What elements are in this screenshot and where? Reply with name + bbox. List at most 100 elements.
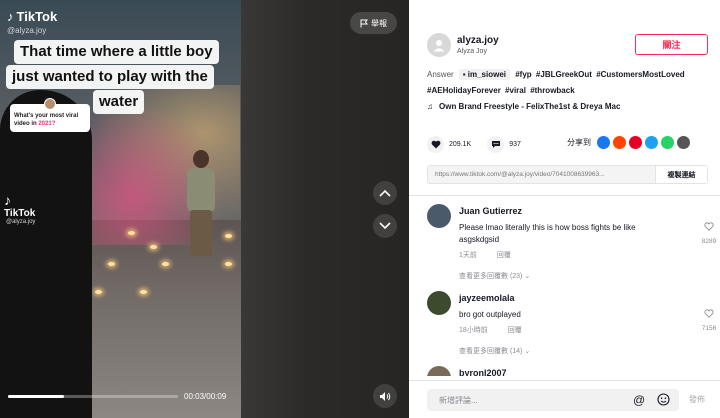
comment-meta: 18小時前 回覆 [459, 325, 522, 335]
more-replies-label: 查看更多回覆數 (23) [459, 273, 523, 280]
comment-list[interactable]: Juan Gutierrez Please lmao literally thi… [409, 196, 720, 376]
post-comment-button[interactable]: 發佈 [689, 394, 705, 405]
boy-figure [183, 150, 219, 260]
video-detail-view: ♪ TikTok @alyza.joy That time where a li… [0, 0, 720, 418]
fountain-light [225, 262, 232, 266]
comment-count: 937 [509, 141, 521, 148]
heart-icon [431, 140, 440, 149]
emoji-icon[interactable] [657, 393, 670, 411]
video-background-blur [241, 0, 409, 418]
user-icon [433, 40, 445, 52]
author-display-name: Alyza Joy [457, 48, 487, 55]
follow-button[interactable]: 關注 [635, 34, 708, 55]
chevron-down-icon: ⌄ [524, 273, 531, 280]
chevron-up-icon [379, 189, 391, 197]
volume-icon [380, 391, 391, 401]
comment-like-count: 7156 [701, 325, 717, 332]
sticker-year: 2021? [38, 121, 56, 127]
hashtag[interactable]: #fyp [515, 70, 531, 79]
view-more-replies[interactable]: 查看更多回覆數 (23) ⌄ [459, 271, 530, 281]
reply-button[interactable]: 回覆 [497, 252, 511, 259]
fountain-light [95, 290, 102, 294]
hashtag[interactable]: #viral [505, 86, 526, 95]
fountain-light [140, 290, 147, 294]
hashtag[interactable]: #AEHolidayForever [427, 86, 501, 95]
twitter-icon[interactable] [645, 136, 658, 149]
whatsapp-icon[interactable] [661, 136, 674, 149]
video-link[interactable]: https://www.tiktok.com/@alyza.joy/video/… [428, 171, 655, 178]
comment-item: byronl2007 [427, 366, 717, 376]
comment-author[interactable]: byronl2007 [459, 368, 507, 376]
comment-like-button[interactable]: 7156 [697, 305, 720, 332]
volume-button[interactable] [373, 384, 397, 408]
view-more-replies[interactable]: 查看更多回覆數 (14) ⌄ [459, 346, 530, 356]
progress-fill [8, 395, 65, 398]
hashtag[interactable]: #JBLGreekOut [536, 70, 592, 79]
music-link[interactable]: ♫ Own Brand Freestyle - FelixThe1st & Dr… [427, 102, 620, 111]
embed-icon[interactable] [677, 136, 690, 149]
tiktok-logo-text: TikTok [16, 9, 58, 24]
report-label: 舉報 [371, 18, 387, 28]
music-title: Own Brand Freestyle - FelixThe1st & Drey… [439, 102, 621, 111]
avatar[interactable] [427, 33, 451, 57]
previous-video-button[interactable] [373, 181, 397, 205]
fountain-light [128, 231, 135, 235]
tiktok-watermark: ♪ TikTok [4, 192, 35, 219]
mention-icon[interactable]: @ [633, 393, 645, 407]
fountain-light [225, 234, 232, 238]
heart-outline-icon [704, 309, 714, 318]
watermark-text: TikTok [4, 208, 36, 219]
author-name[interactable]: alyza.joy [457, 35, 499, 46]
comment-like-button[interactable]: 8289 [697, 218, 720, 245]
share-row: 分享到 [567, 136, 690, 149]
next-video-button[interactable] [373, 214, 397, 238]
video-player[interactable]: ♪ TikTok @alyza.joy That time where a li… [0, 0, 241, 418]
like-button[interactable] [427, 136, 444, 153]
avatar[interactable] [427, 291, 451, 315]
pinterest-icon[interactable] [629, 136, 642, 149]
like-count: 209.1K [449, 141, 472, 148]
heart-outline-icon [704, 222, 714, 231]
video-handle: @alyza.joy [7, 26, 47, 35]
time-readout: 00:03/00:09 [184, 392, 227, 401]
comment-time: 18小時前 [459, 327, 488, 334]
sticker-avatar [44, 98, 56, 110]
copy-link-button[interactable]: 複製連結 [655, 166, 707, 183]
caption-line: That time where a little boy [14, 40, 219, 64]
comment-meta: 1天前 回覆 [459, 250, 511, 260]
caption-line: water [93, 90, 145, 114]
comment-author[interactable]: Juan Gutierrez [459, 206, 522, 216]
reddit-icon[interactable] [613, 136, 626, 149]
tiktok-logo: ♪ TikTok [7, 9, 57, 24]
chevron-down-icon [379, 222, 391, 230]
video-progress-bar[interactable] [8, 395, 178, 398]
comment-author[interactable]: jayzeemolala [459, 293, 515, 303]
fountain-light [162, 262, 169, 266]
author-text: alyza.joy Alyza Joy [457, 35, 499, 55]
report-button[interactable]: 舉報 [350, 12, 397, 34]
hashtag[interactable]: #throwback [530, 86, 574, 95]
comment-time: 1天前 [459, 252, 477, 259]
info-panel: alyza.joy Alyza Joy 關注 Answer ▪ im_siowei… [409, 0, 720, 418]
avatar[interactable] [427, 204, 451, 228]
tiktok-note-icon: ♪ [7, 9, 14, 24]
hashtag[interactable]: #CustomersMostLoved [596, 70, 684, 79]
avatar[interactable] [427, 366, 451, 376]
comment-like-count: 8289 [701, 238, 717, 245]
answer-label: Answer [427, 70, 454, 79]
author-row: alyza.joy Alyza Joy [427, 33, 499, 57]
video-description: Answer ▪ im_siowei #fyp #JBLGreekOut #Cus… [427, 67, 712, 99]
video-panel: ♪ TikTok @alyza.joy That time where a li… [0, 0, 409, 418]
comment-button[interactable] [487, 136, 505, 153]
answer-user: im_siowei [467, 70, 506, 79]
more-replies-label: 查看更多回覆數 (14) [459, 348, 523, 355]
comment-text: bro got outplayed [459, 310, 521, 319]
answer-user-tag[interactable]: ▪ im_siowei [458, 69, 510, 80]
caption-line: just wanted to play with the [6, 65, 214, 89]
reply-button[interactable]: 回覆 [508, 327, 522, 334]
fountain-light [108, 262, 115, 266]
facebook-icon[interactable] [597, 136, 610, 149]
foreground-person [0, 90, 92, 418]
watermark-handle: @alyza.joy [6, 219, 36, 225]
music-note-icon: ♫ [427, 102, 433, 111]
